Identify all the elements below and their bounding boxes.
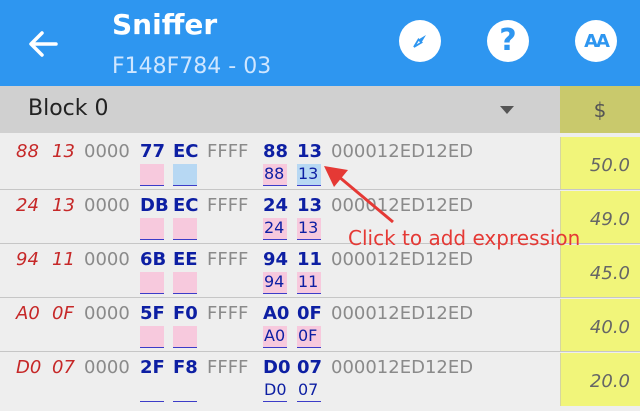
zero-bytes: 0000 xyxy=(84,357,130,378)
help-button[interactable]: ? xyxy=(487,20,529,62)
block-label: Block 0 xyxy=(28,96,109,121)
tail-bytes: 000012ED12ED xyxy=(331,195,474,216)
expression-slot[interactable]: 13 xyxy=(297,218,321,240)
hex-byte[interactable]: 77 xyxy=(140,141,165,163)
expression-slot[interactable]: 13 xyxy=(297,164,321,186)
expression-slot[interactable]: 88 xyxy=(263,164,287,186)
hex-byte[interactable]: 5F xyxy=(140,303,165,325)
raw-byte: 0F xyxy=(52,303,74,324)
ffff-bytes: FFFF xyxy=(207,357,249,378)
annotation-text: Click to add expression xyxy=(348,226,581,250)
price-cell[interactable]: 50.0 xyxy=(560,137,640,190)
hex-byte[interactable]: 13 xyxy=(297,141,322,163)
expression-slot[interactable] xyxy=(140,272,164,294)
table-row[interactable]: D0 07 0000 2F F8 FFFF D0 07 000012ED12ED… xyxy=(0,353,640,406)
hex-byte[interactable]: 0F xyxy=(297,303,322,325)
compass-button[interactable] xyxy=(399,20,441,62)
hex-byte[interactable]: F8 xyxy=(173,357,198,379)
ffff-bytes: FFFF xyxy=(207,303,249,324)
app-bar: Sniffer F148F784 - 03 ? AA xyxy=(0,0,640,86)
expression-slot[interactable]: 07 xyxy=(297,380,321,402)
tail-bytes: 000012ED12ED xyxy=(331,141,474,162)
hex-byte[interactable]: A0 xyxy=(263,303,289,325)
price-value: 20.0 xyxy=(589,371,630,392)
expression-slot[interactable] xyxy=(140,218,164,240)
hex-byte[interactable]: 2F xyxy=(140,357,165,379)
hex-byte[interactable]: 94 xyxy=(263,249,288,271)
row-divider xyxy=(0,189,640,190)
block-selector[interactable]: Block 0 xyxy=(0,86,560,133)
hex-byte[interactable]: 24 xyxy=(263,195,288,217)
back-button[interactable] xyxy=(22,26,64,62)
expression-slot[interactable] xyxy=(140,164,164,186)
expression-slot[interactable]: 0F xyxy=(297,326,321,348)
zero-bytes: 0000 xyxy=(84,303,130,324)
expression-slot[interactable] xyxy=(173,272,197,294)
raw-byte: 13 xyxy=(52,195,75,216)
hex-byte[interactable]: EE xyxy=(173,249,198,271)
help-icon: ? xyxy=(499,23,517,58)
expression-slot[interactable]: A0 xyxy=(263,326,287,348)
price-value: 45.0 xyxy=(589,263,630,284)
expression-slot[interactable] xyxy=(140,326,164,348)
expression-slot[interactable]: 24 xyxy=(263,218,287,240)
compass-icon xyxy=(413,35,426,48)
price-value: 49.0 xyxy=(589,209,630,230)
hex-byte[interactable]: F0 xyxy=(173,303,198,325)
ffff-bytes: FFFF xyxy=(207,141,249,162)
ffff-bytes: FFFF xyxy=(207,249,249,270)
app-title: Sniffer xyxy=(112,8,218,41)
raw-byte: 13 xyxy=(52,141,75,162)
raw-byte: 07 xyxy=(52,357,75,378)
price-column-header-label: $ xyxy=(593,97,607,122)
zero-bytes: 0000 xyxy=(84,195,130,216)
hex-byte[interactable]: EC xyxy=(173,141,199,163)
table-row[interactable]: 94 11 0000 6B EE FFFF 94 11 000012ED12ED… xyxy=(0,245,640,298)
raw-byte: A0 xyxy=(16,303,40,324)
expression-slot[interactable]: 11 xyxy=(297,272,321,294)
hex-byte[interactable]: DB xyxy=(140,195,169,217)
tail-bytes: 000012ED12ED xyxy=(331,249,474,270)
row-divider xyxy=(0,351,640,352)
hex-byte[interactable]: 13 xyxy=(297,195,322,217)
price-value: 40.0 xyxy=(589,317,630,338)
arrow-left-icon xyxy=(29,31,58,57)
tail-bytes: 000012ED12ED xyxy=(331,357,474,378)
price-column-header: $ xyxy=(560,86,640,133)
raw-byte: 94 xyxy=(16,249,39,270)
expression-slot[interactable] xyxy=(140,380,164,402)
expression-slot[interactable] xyxy=(173,164,197,186)
expression-slot[interactable] xyxy=(173,380,197,402)
price-cell[interactable]: 45.0 xyxy=(560,245,640,298)
raw-byte: 88 xyxy=(16,141,39,162)
text-size-button[interactable]: AA xyxy=(575,20,617,62)
ffff-bytes: FFFF xyxy=(207,195,249,216)
row-divider xyxy=(0,297,640,298)
price-cell[interactable]: 20.0 xyxy=(560,353,640,406)
text-size-icon: AA xyxy=(584,30,610,52)
expression-slot[interactable]: D0 xyxy=(263,380,287,402)
raw-byte: 11 xyxy=(52,249,75,270)
caret-down-icon[interactable] xyxy=(500,106,514,114)
hex-byte[interactable]: 11 xyxy=(297,249,322,271)
hex-byte[interactable]: 88 xyxy=(263,141,288,163)
price-value: 50.0 xyxy=(589,155,630,176)
zero-bytes: 0000 xyxy=(84,141,130,162)
hex-byte[interactable]: 6B xyxy=(140,249,166,271)
raw-byte: 24 xyxy=(16,195,39,216)
price-cell[interactable]: 40.0 xyxy=(560,299,640,352)
tail-bytes: 000012ED12ED xyxy=(331,303,474,324)
hex-byte[interactable]: D0 xyxy=(263,357,290,379)
expression-slot[interactable] xyxy=(173,326,197,348)
table-row[interactable]: A0 0F 0000 5F F0 FFFF A0 0F 000012ED12ED… xyxy=(0,299,640,352)
hex-byte[interactable]: 07 xyxy=(297,357,322,379)
expression-slot[interactable]: 94 xyxy=(263,272,287,294)
zero-bytes: 0000 xyxy=(84,249,130,270)
expression-slot[interactable] xyxy=(173,218,197,240)
table-row[interactable]: 88 13 0000 77 EC FFFF 88 13 000012ED12ED… xyxy=(0,137,640,190)
device-id: F148F784 - 03 xyxy=(112,54,272,79)
raw-byte: D0 xyxy=(16,357,42,378)
hex-byte[interactable]: EC xyxy=(173,195,199,217)
